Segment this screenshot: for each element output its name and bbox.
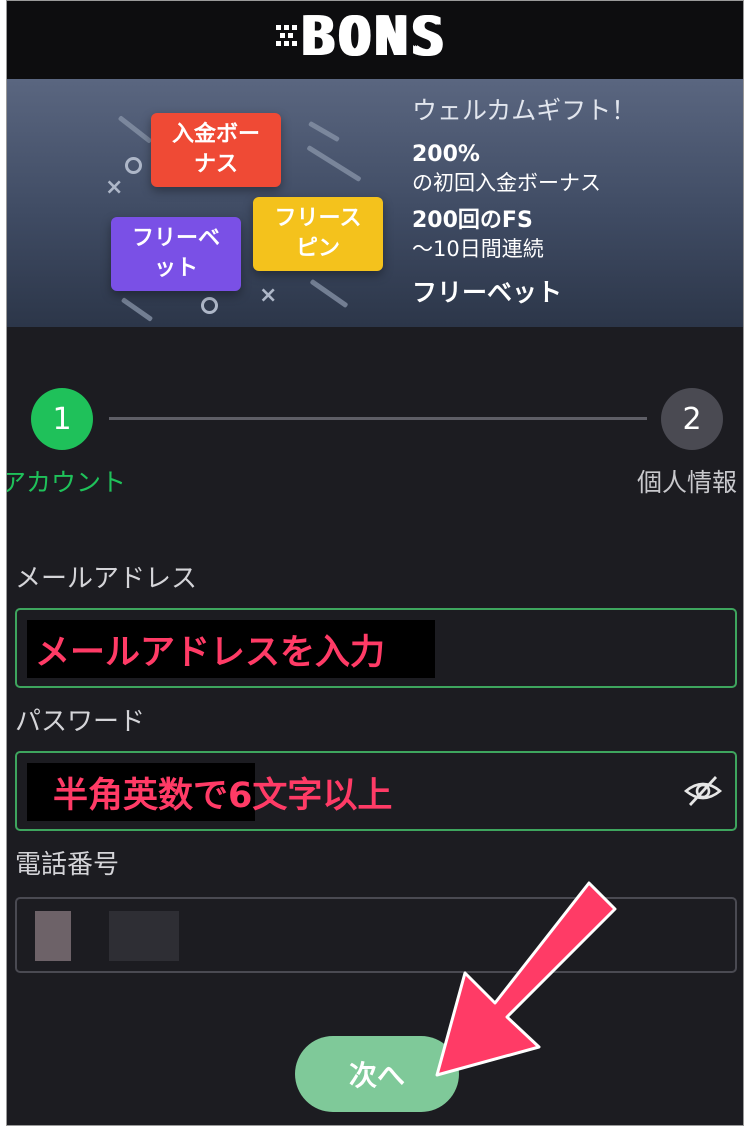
- eye-off-icon[interactable]: [683, 773, 723, 809]
- password-label: パスワード: [15, 707, 146, 737]
- free-spins-count: 200回のFS: [412, 208, 533, 233]
- next-button[interactable]: 次へ: [295, 1036, 459, 1112]
- decoration: [120, 297, 154, 322]
- phone-field[interactable]: [15, 897, 737, 973]
- free-bet-card: フリーベット: [111, 217, 241, 291]
- welcome-banner: × × 入金ボーナス フリーベット フリースピン ウェルカムギフト！ 200% …: [7, 79, 743, 327]
- phone-label: 電話番号: [15, 850, 120, 880]
- bonus-percent-desc: の初回入金ボーナス: [412, 171, 601, 195]
- top-bar: BONS: [7, 1, 743, 79]
- decoration: [309, 278, 349, 309]
- bons-logo[interactable]: BONS: [275, 4, 449, 68]
- blurred-value: [109, 911, 179, 961]
- x-decoration-icon: ×: [105, 175, 124, 200]
- card-label: フリーベット: [131, 226, 220, 281]
- bonus-percent: 200%: [412, 142, 480, 167]
- card-label: フリースピン: [274, 206, 362, 261]
- signup-screen: BONS × × 入金ボーナス フリーベット フリースピン ウェルカムギフト！ …: [6, 0, 744, 1126]
- step-number: 2: [682, 401, 702, 437]
- circle-decoration-icon: [125, 157, 142, 174]
- free-bet-text: フリーベット: [412, 278, 563, 307]
- step-number: 1: [52, 401, 72, 437]
- decoration: [306, 144, 362, 183]
- logo-pixel-icon: [275, 24, 298, 49]
- decoration: [117, 115, 153, 144]
- password-field[interactable]: 半角英数で6文字以上: [15, 751, 737, 831]
- free-spin-card: フリースピン: [253, 197, 383, 271]
- circle-decoration-icon: [201, 297, 218, 314]
- free-spins-desc: 〜10日間連続: [412, 237, 544, 261]
- step-2-indicator: 2: [661, 388, 723, 450]
- banner-title: ウェルカムギフト！: [412, 96, 637, 125]
- step-1-label: アカウント: [6, 468, 127, 497]
- email-label: メールアドレス: [15, 564, 198, 594]
- banner-text: ウェルカムギフト！ 200% の初回入金ボーナス 200回のFS 〜10日間連続…: [412, 91, 742, 309]
- step-1-indicator: 1: [31, 388, 93, 450]
- step-2-label: 個人情報: [637, 468, 738, 497]
- password-annotation: 半角英数で6文字以上: [53, 776, 393, 816]
- stepper-line: [109, 417, 647, 420]
- blurred-value: [35, 911, 71, 961]
- x-decoration-icon: ×: [259, 283, 278, 308]
- logo-text: BONS: [301, 4, 449, 68]
- email-field[interactable]: メールアドレスを入力: [15, 608, 737, 688]
- decoration: [308, 120, 340, 143]
- card-label: 入金ボーナス: [171, 122, 260, 177]
- deposit-bonus-card: 入金ボーナス: [151, 113, 281, 187]
- email-annotation: メールアドレスを入力: [27, 620, 435, 678]
